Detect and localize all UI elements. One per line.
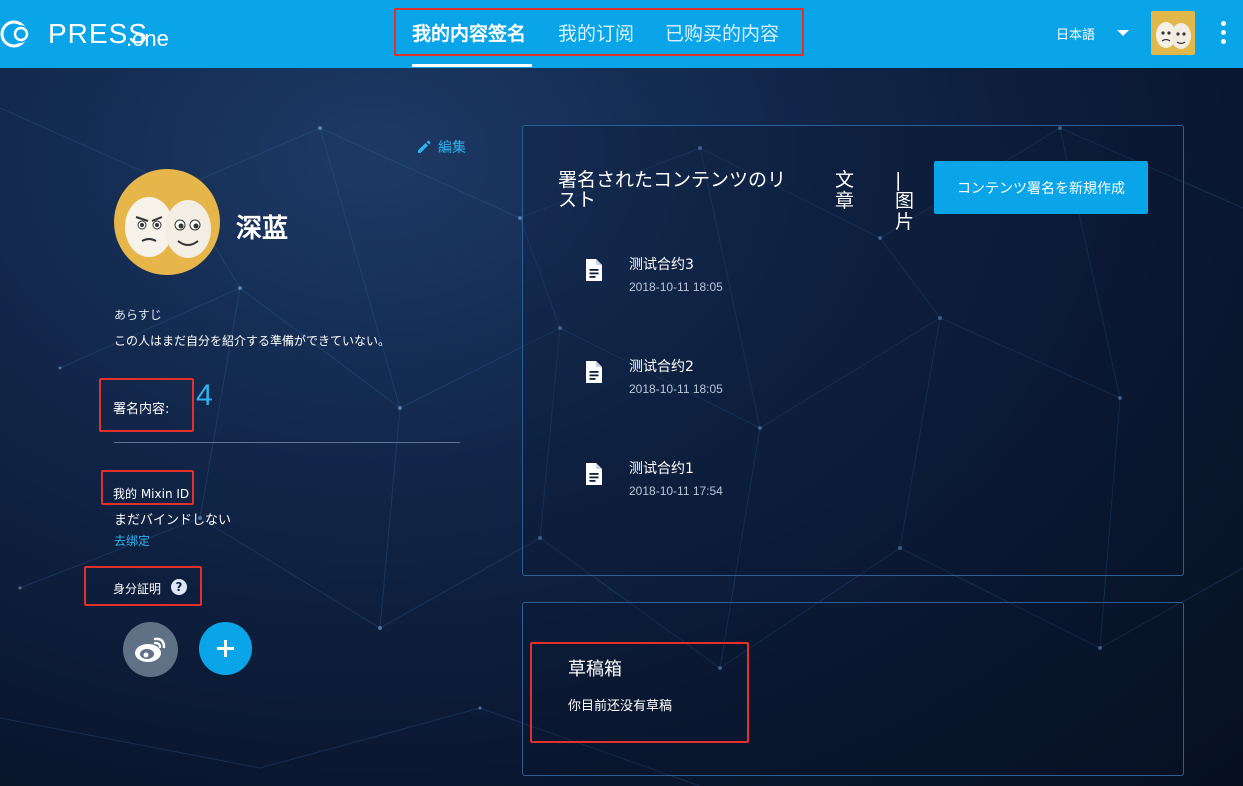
highlight-box-identity bbox=[84, 566, 202, 606]
edit-profile-button[interactable]: 編集 bbox=[416, 137, 466, 157]
highlight-box-mixin bbox=[101, 470, 194, 505]
caret-down-icon[interactable] bbox=[1117, 30, 1129, 36]
document-icon bbox=[586, 259, 602, 281]
press-logo-icon bbox=[0, 20, 29, 48]
signatures-count: 4 bbox=[196, 379, 213, 412]
content-item-name: 测试合约3 bbox=[629, 257, 694, 273]
content-item[interactable]: 测试合约2 2018-10-11 18:05 bbox=[583, 356, 883, 406]
mixin-status: まだバインドしない bbox=[114, 513, 232, 528]
highlight-box-drafts bbox=[530, 642, 749, 743]
content-item[interactable]: 测试合约3 2018-10-11 18:05 bbox=[583, 254, 883, 304]
signed-content-title: 署名されたコンテンツのリスト bbox=[558, 169, 787, 211]
brand-logo[interactable]: PRESS .one bbox=[0, 0, 180, 68]
content-item[interactable]: 测试合约1 2018-10-11 17:54 bbox=[583, 458, 883, 508]
profile-name: 深蓝 bbox=[236, 214, 289, 244]
profile-divider bbox=[114, 442, 460, 443]
bind-mixin-link[interactable]: 去绑定 bbox=[114, 532, 150, 549]
weibo-icon bbox=[135, 637, 166, 662]
edit-label: 編集 bbox=[438, 140, 466, 156]
tab-images[interactable]: |图片 bbox=[895, 170, 919, 233]
content-item-name: 测试合约1 bbox=[629, 461, 694, 477]
document-icon bbox=[586, 361, 602, 383]
add-identity-button[interactable] bbox=[199, 622, 252, 675]
top-bar: PRESS .one 我的内容签名 我的订阅 已购买的内容 日本語 bbox=[0, 0, 1243, 68]
kebab-menu-icon[interactable] bbox=[1215, 21, 1231, 45]
document-icon bbox=[586, 463, 602, 485]
content-item-date: 2018-10-11 18:05 bbox=[629, 382, 723, 396]
user-avatar[interactable] bbox=[1151, 11, 1195, 55]
bio-label: あらすじ bbox=[114, 308, 162, 322]
pencil-icon bbox=[418, 140, 431, 153]
active-tab-indicator bbox=[412, 64, 532, 67]
bio-text: この人はまだ自分を紹介する準備ができていない。 bbox=[114, 334, 391, 348]
signed-content-panel: 署名されたコンテンツのリスト 文章 |图片 コンテンツ署名を新規作成 测试合约3… bbox=[522, 125, 1184, 576]
content-item-date: 2018-10-11 18:05 bbox=[629, 280, 723, 294]
tab-articles[interactable]: 文章 bbox=[835, 170, 859, 212]
weibo-button[interactable] bbox=[123, 622, 178, 677]
content-item-date: 2018-10-11 17:54 bbox=[629, 484, 723, 498]
brand-suffix: .one bbox=[126, 26, 169, 51]
language-selector[interactable]: 日本語 bbox=[1056, 24, 1095, 43]
highlight-box-nav bbox=[394, 8, 804, 56]
highlight-box-signatures bbox=[99, 378, 194, 432]
profile-avatar bbox=[114, 169, 220, 275]
new-signature-button[interactable]: コンテンツ署名を新規作成 bbox=[934, 161, 1148, 214]
content-item-name: 测试合约2 bbox=[629, 359, 694, 375]
